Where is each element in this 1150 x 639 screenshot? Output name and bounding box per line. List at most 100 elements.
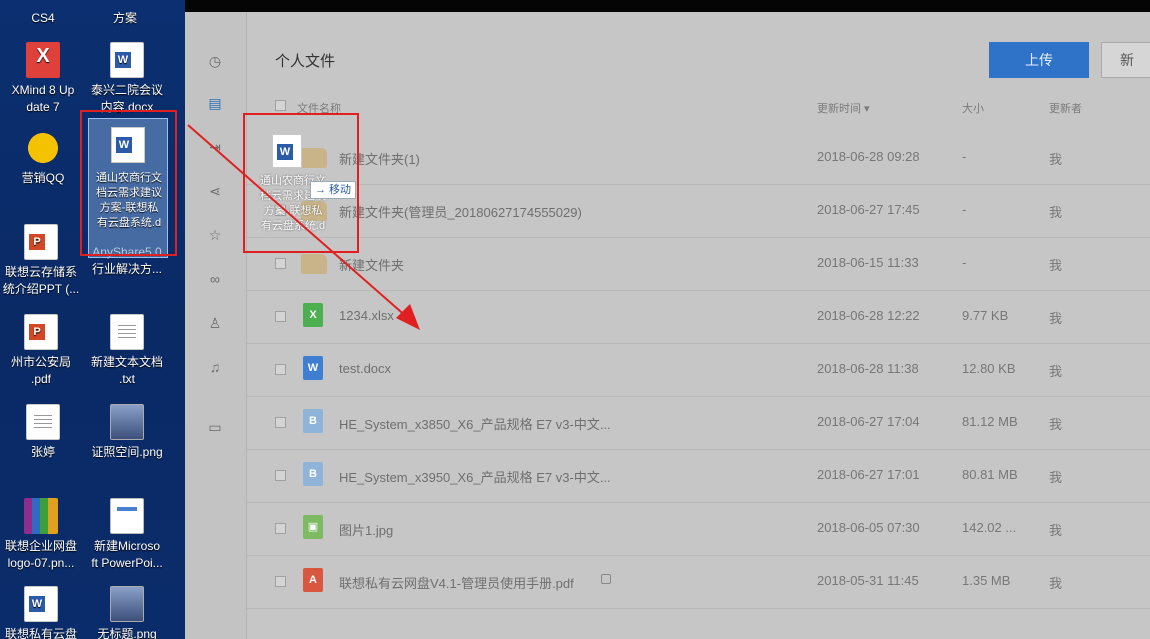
word-document-icon (24, 586, 58, 622)
table-row[interactable]: W test.docx 2018-06-28 11:38 12.80 KB 我 (247, 344, 1150, 397)
desktop-icon-xmind[interactable]: XMind 8 Up date 7 (0, 42, 88, 116)
new-button[interactable]: 新 (1101, 42, 1150, 78)
export-icon[interactable]: ⇥ (206, 138, 224, 156)
desktop-icon-zhangting[interactable]: 张婷 (0, 404, 88, 461)
table-row[interactable]: B HE_System_x3850_X6_产品规格 E7 v3-中文... 20… (247, 397, 1150, 450)
pdf-file-icon (24, 314, 58, 350)
desktop: CS4 方案 XMind 8 Up date 7 泰兴二院会议 内容.docx … (0, 0, 185, 639)
header-time[interactable]: 更新时间 ▾ (817, 100, 870, 116)
file-time: 2018-06-27 17:01 (817, 467, 920, 482)
row-checkbox[interactable] (275, 470, 286, 481)
upload-button[interactable]: 上传 (989, 42, 1089, 78)
file-owner: 我 (1049, 576, 1063, 591)
row-checkbox[interactable] (275, 311, 286, 322)
file-owner: 我 (1049, 417, 1063, 432)
share-icon[interactable]: ⋖ (206, 182, 224, 200)
file-name[interactable]: 新建文件夹(管理员_20180627174555029) (339, 202, 582, 221)
window-top-border (185, 0, 1150, 12)
powerpoint-file-icon (110, 498, 144, 534)
file-name[interactable]: 联想私有云网盘V4.1-管理员使用手册.pdf (339, 573, 574, 592)
monitor-icon[interactable]: ▭ (206, 418, 224, 436)
row-checkbox[interactable] (275, 523, 286, 534)
text-file-icon (110, 314, 144, 350)
xmind-icon (26, 42, 60, 78)
star-icon[interactable]: ☆ (206, 226, 224, 244)
desktop-icon-lenovo-cloud[interactable]: 联想私有云盘 (0, 586, 86, 639)
image-file-icon (110, 586, 144, 622)
row-checkbox[interactable] (275, 258, 286, 269)
desktop-icon-qq[interactable]: 营销QQ (0, 130, 88, 187)
word-file-icon: W (303, 356, 323, 380)
desktop-icon-police-pdf[interactable]: 州市公安局 .pdf (0, 314, 86, 388)
desktop-icon-meeting-docx[interactable]: 泰兴二院会议 内容.docx (82, 42, 172, 116)
highlight-box-target (243, 113, 359, 253)
table-row[interactable]: ▣ 图片1.jpg 2018-06-05 07:30 142.02 ... 我 (247, 503, 1150, 556)
table-row[interactable]: A 联想私有云网盘V4.1-管理员使用手册.pdf 2018-05-31 11:… (247, 556, 1150, 609)
file-name[interactable]: 图片1.jpg (339, 520, 393, 539)
desktop-icon-label: 无标题.png (97, 627, 157, 639)
file-time: 2018-06-28 12:22 (817, 308, 920, 323)
page-title: 个人文件 (275, 53, 336, 70)
file-time: 2018-06-27 17:04 (817, 414, 920, 429)
select-all-checkbox[interactable] (275, 100, 286, 111)
table-row[interactable]: B HE_System_x3950_X6_产品规格 E7 v3-中文... 20… (247, 450, 1150, 503)
desktop-icon-label: 联想云存储系 统介绍PPT (... (2, 265, 80, 296)
sidebar: ◷ ▤ ⇥ ⋖ ☆ ∞ ♙ ♫ ▭ (185, 12, 247, 639)
desktop-icon-label: 联想企业网盘 logo-07.pn... (4, 539, 77, 570)
table-row[interactable]: 新建文件夹 2018-06-15 11:33 - 我 (247, 238, 1150, 291)
table-row[interactable]: 新建文件夹(1) 2018-06-28 09:28 - 我 (247, 132, 1150, 185)
file-owner: 我 (1049, 470, 1063, 485)
powerpoint-file-icon (24, 224, 58, 260)
file-owner: 我 (1049, 258, 1063, 273)
image-file-icon: ▣ (303, 515, 323, 539)
row-checkbox[interactable] (275, 417, 286, 428)
row-checkbox[interactable] (275, 576, 286, 587)
desktop-icon-logo[interactable]: 联想企业网盘 logo-07.pn... (0, 498, 86, 572)
desktop-icon-new-ppt[interactable]: 新建Microso ft PowerPoi... (82, 498, 172, 572)
screen: CS4 方案 XMind 8 Up date 7 泰兴二院会议 内容.docx … (0, 0, 1150, 639)
file-time: 2018-05-31 11:45 (817, 573, 919, 588)
file-size: 81.12 MB (962, 414, 1018, 429)
word-document-icon (110, 42, 144, 78)
desktop-icon-new-txt[interactable]: 新建文本文档 .txt (82, 314, 172, 388)
desktop-icon-label: 新建文本文档 .txt (90, 355, 163, 386)
file-name[interactable]: test.docx (339, 361, 391, 376)
file-owner: 我 (1049, 311, 1063, 326)
header-size[interactable]: 大小 (962, 100, 984, 116)
bell-icon[interactable]: ♫ (206, 358, 224, 376)
desktop-icon-fangan[interactable]: 方案 (80, 10, 170, 27)
file-size: 142.02 ... (962, 520, 1017, 535)
file-name[interactable]: 1234.xlsx (339, 308, 394, 323)
desktop-icon-label: CS4 (31, 11, 55, 25)
header-owner[interactable]: 更新者 (1049, 100, 1082, 116)
desktop-icon-png[interactable]: 证照空间.png (82, 404, 172, 461)
desktop-icon-label: 联想私有云盘 (4, 627, 77, 639)
desktop-icon-label: 州市公安局 .pdf (10, 355, 71, 386)
image-file-icon (110, 404, 144, 440)
file-size: - (962, 202, 967, 217)
file-icon (26, 404, 60, 440)
file-name[interactable]: HE_System_x3950_X6_产品规格 E7 v3-中文... (339, 467, 611, 486)
file-owner: 我 (1049, 152, 1063, 167)
clock-icon[interactable]: ◷ (206, 52, 224, 70)
row-checkbox[interactable] (275, 364, 286, 375)
file-size: 80.81 MB (962, 467, 1018, 482)
file-size: 1.35 MB (962, 573, 1011, 588)
excel-file-icon: X (303, 303, 323, 327)
desktop-icon-label: 营销QQ (21, 171, 65, 185)
link-icon[interactable]: ∞ (206, 270, 224, 288)
file-name[interactable]: HE_System_x3850_X6_产品规格 E7 v3-中文... (339, 414, 611, 433)
folder-icon (301, 254, 327, 274)
desktop-icon-untitled-png[interactable]: 无标题.png (82, 586, 172, 639)
user-icon[interactable]: ♙ (206, 314, 224, 332)
file-name[interactable]: 新建文件夹 (339, 255, 404, 274)
desktop-icon-ppt[interactable]: 联想云存储系 统介绍PPT (... (0, 224, 86, 298)
generic-file-icon: B (303, 409, 323, 433)
document-icon[interactable]: ▤ (206, 94, 224, 112)
file-owner: 我 (1049, 523, 1063, 538)
file-time: 2018-06-28 11:38 (817, 361, 919, 376)
highlight-box-source (80, 110, 177, 256)
desktop-icon-cs4[interactable]: CS4 (0, 10, 88, 27)
table-row[interactable]: X 1234.xlsx 2018-06-28 12:22 9.77 KB 我 (247, 291, 1150, 344)
table-row[interactable]: 新建文件夹(管理员_20180627174555029) 2018-06-27 … (247, 185, 1150, 238)
